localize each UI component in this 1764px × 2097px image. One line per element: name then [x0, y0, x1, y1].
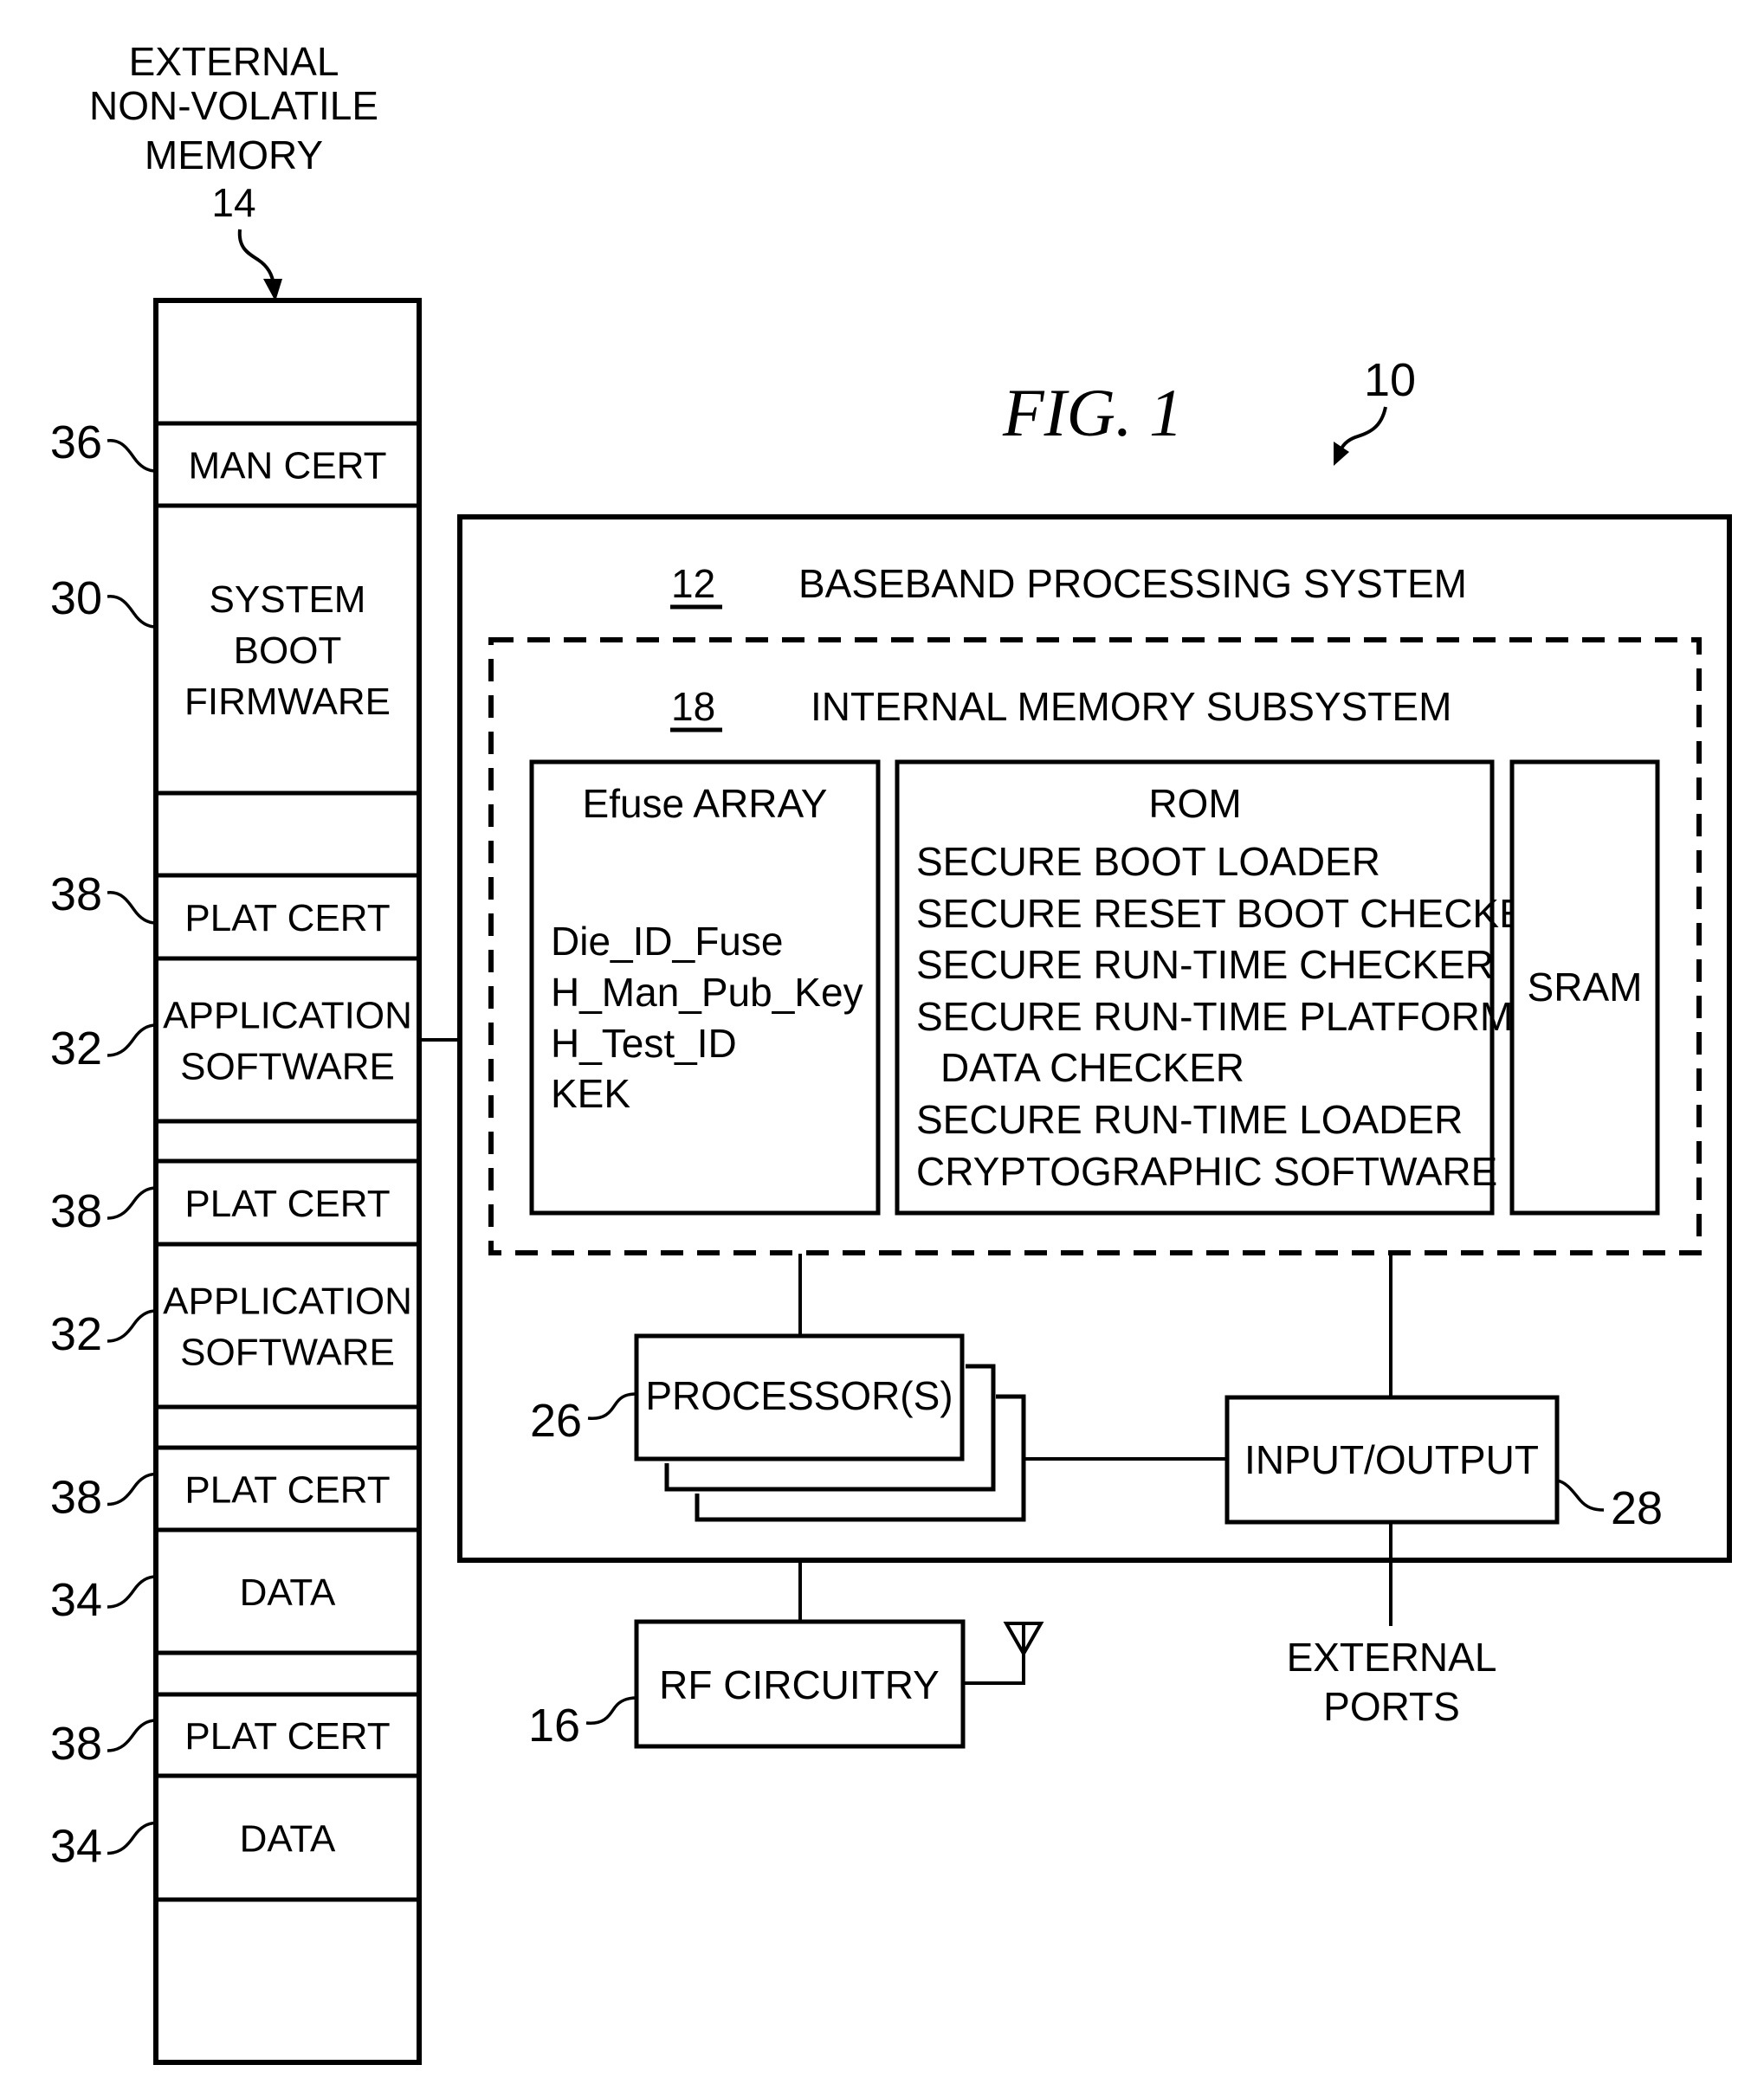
- internal-memory-title: INTERNAL MEMORY SUBSYSTEM: [811, 684, 1451, 729]
- memory-segment-label: PLAT CERT: [184, 1183, 390, 1225]
- memory-segment-label: FIRMWARE: [184, 681, 391, 723]
- memory-segment-ref: 30: [50, 572, 102, 624]
- external-ports-label-line1: EXTERNAL: [1287, 1635, 1497, 1680]
- sram-title: SRAM: [1528, 965, 1643, 1010]
- rom-item: SECURE RUN-TIME LOADER: [916, 1097, 1463, 1142]
- rom-item: DATA CHECKER: [940, 1045, 1244, 1090]
- rom-item: SECURE RUN-TIME PLATFORM: [916, 994, 1513, 1039]
- memory-segment-label: PLAT CERT: [184, 1469, 390, 1512]
- memory-segment-ref: 32: [50, 1308, 102, 1360]
- efuse-item: Die_ID_Fuse: [551, 919, 783, 964]
- memory-segment-ref-leader: [107, 1575, 157, 1609]
- memory-segment-label: SYSTEM: [210, 578, 366, 621]
- memory-segment-ref-leader: [107, 439, 157, 473]
- antenna-icon: [1003, 1622, 1044, 1658]
- rom-box: [895, 759, 1495, 1216]
- efuse-item: H_Man_Pub_Key: [551, 970, 863, 1015]
- memory-segment-ref: 32: [50, 1023, 102, 1074]
- external-memory-column: MAN CERT 36 SYSTEM BOOT FIRMWARE 30 PLAT CERT 3…: [50, 298, 422, 2065]
- memory-segment-ref: 34: [50, 1574, 102, 1626]
- system-ref-label: 10: [1364, 354, 1416, 406]
- efuse-item: H_Test_ID: [551, 1021, 737, 1066]
- input-output-label: INPUT/OUTPUT: [1244, 1437, 1539, 1482]
- baseband-ref: 12: [671, 561, 715, 606]
- external-ports-label-line2: PORTS: [1323, 1684, 1460, 1729]
- external-memory-ref: 14: [211, 180, 255, 225]
- rom-title: ROM: [1148, 781, 1241, 826]
- external-memory-title-line2: NON-VOLATILE: [89, 83, 378, 128]
- memory-segment-ref: 38: [50, 868, 102, 920]
- memory-segment-ref: 38: [50, 1472, 102, 1524]
- processor-label: PROCESSOR(S): [645, 1373, 953, 1418]
- rom-item: SECURE RUN-TIME CHECKER: [916, 942, 1494, 987]
- memory-segment-label: PLAT CERT: [184, 897, 390, 939]
- processor-ref: 26: [530, 1395, 582, 1447]
- internal-memory-ref: 18: [671, 684, 715, 729]
- memory-segment-label: SOFTWARE: [180, 1332, 395, 1374]
- rom-item: SECURE RESET BOOT CHECKER: [916, 891, 1554, 936]
- memory-segment-ref: 38: [50, 1185, 102, 1237]
- memory-segment-ref: 34: [50, 1821, 102, 1873]
- rom-item: CRYPTOGRAPHIC SOFTWARE: [916, 1149, 1497, 1194]
- memory-segment-label: PLAT CERT: [184, 1715, 390, 1758]
- external-memory-outline: [153, 298, 422, 2065]
- external-memory-title-line3: MEMORY: [145, 132, 323, 177]
- system-ref-arrowhead: [1334, 442, 1349, 466]
- efuse-item: KEK: [551, 1071, 630, 1116]
- rf-circuitry-label: RF CIRCUITRY: [659, 1662, 940, 1707]
- external-memory-title-line1: EXTERNAL: [129, 39, 339, 84]
- figure-title: FIG. 1: [1002, 375, 1183, 450]
- memory-segment-ref-leader: [107, 1472, 157, 1507]
- memory-segment-ref: 38: [50, 1718, 102, 1770]
- memory-segment-label: BOOT: [234, 629, 342, 672]
- external-memory-leader: [237, 229, 275, 287]
- rom-item: SECURE BOOT LOADER: [916, 839, 1380, 884]
- memory-segment-label: DATA: [240, 1571, 336, 1614]
- memory-segment-ref-leader: [107, 1821, 157, 1855]
- memory-segment-ref-leader: [107, 1309, 157, 1343]
- rf-circuitry-ref-leader: [585, 1696, 637, 1725]
- memory-segment-ref: 36: [50, 416, 102, 468]
- memory-segment-ref-leader: [107, 595, 157, 629]
- rf-circuitry-ref: 16: [528, 1700, 580, 1752]
- input-output-ref: 28: [1611, 1482, 1663, 1534]
- memory-segment-label: SOFTWARE: [180, 1046, 395, 1088]
- memory-segment-ref-leader: [107, 1023, 157, 1057]
- memory-segment-ref-leader: [107, 1719, 157, 1752]
- memory-segment-ref-leader: [107, 891, 157, 925]
- memory-segment-ref-leader: [107, 1186, 157, 1220]
- memory-segment-label: DATA: [240, 1818, 336, 1861]
- baseband-title: BASEBAND PROCESSING SYSTEM: [798, 561, 1467, 606]
- memory-segment-label: APPLICATION: [163, 995, 412, 1037]
- memory-segment-label: APPLICATION: [163, 1281, 412, 1323]
- memory-segment-label: MAN CERT: [189, 445, 387, 487]
- efuse-array-title: Efuse ARRAY: [583, 781, 828, 826]
- patent-figure: FIG. 1 10 EXTERNAL NON-VOLATILE MEMORY 1…: [50, 39, 1732, 2065]
